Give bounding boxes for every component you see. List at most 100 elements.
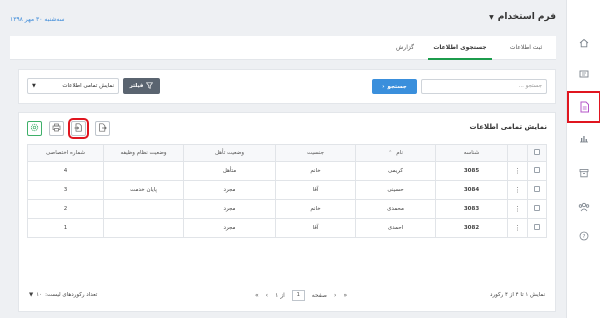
select-all-cell bbox=[527, 144, 547, 162]
cell-military-status bbox=[103, 218, 184, 238]
archive-icon[interactable] bbox=[572, 163, 596, 183]
data-table-panel: نمایش تمامی اطلاعات شناسه نام ⌃ جنسیت وضع… bbox=[18, 112, 556, 312]
records-table: شناسه نام ⌃ جنسیت وضعیت تأهل وضعیت نظام و… bbox=[27, 144, 547, 238]
cell-name: حسینی bbox=[355, 180, 436, 200]
column-header-name-label: نام bbox=[396, 150, 403, 156]
chevron-left-icon: ‹ bbox=[382, 83, 385, 90]
search-button-label: جستجو bbox=[387, 83, 407, 90]
search-input[interactable]: جستجو ... bbox=[421, 79, 547, 94]
export-file-icon bbox=[98, 123, 107, 134]
column-header-id[interactable]: شناسه bbox=[435, 144, 508, 162]
current-date: سه‌شنبه ۳۰ مهر ۱۳۹۸ bbox=[10, 16, 65, 23]
page-size-label: تعداد رکوردهای لیست: bbox=[45, 292, 98, 298]
column-header-military-status[interactable]: وضعیت نظام وظیفه bbox=[103, 144, 184, 162]
more-vertical-icon[interactable]: ⋮ bbox=[514, 186, 521, 194]
cell-number: 4 bbox=[27, 161, 104, 181]
search-button[interactable]: جستجو ‹ bbox=[372, 79, 417, 94]
table-header-row: شناسه نام ⌃ جنسیت وضعیت تأهل وضعیت نظام و… bbox=[27, 144, 547, 162]
page-header: فرم استخدام ▼ bbox=[489, 12, 556, 22]
row-select-cell bbox=[527, 180, 547, 200]
cell-gender: خانم bbox=[275, 161, 356, 181]
cell-id: 3082 bbox=[435, 218, 508, 238]
cell-number: 1 bbox=[27, 218, 104, 238]
row-actions-cell: ⋮ bbox=[507, 199, 528, 219]
page-size-dropdown-icon[interactable]: ▼ bbox=[29, 292, 33, 298]
pagination: « ‹ صفحه 1 از ۱ › » bbox=[255, 290, 347, 301]
page-number-input[interactable]: 1 bbox=[291, 290, 305, 301]
cell-military-status bbox=[103, 161, 184, 181]
id-card-icon[interactable] bbox=[572, 64, 596, 84]
more-vertical-icon[interactable]: ⋮ bbox=[514, 167, 521, 175]
column-header-name[interactable]: نام ⌃ bbox=[355, 144, 436, 162]
home-icon[interactable] bbox=[572, 33, 596, 53]
view-select-value: نمایش تمامی اطلاعات bbox=[62, 83, 114, 89]
first-page-icon[interactable]: « bbox=[343, 292, 347, 299]
tab-search[interactable]: جستجوی اطلاعات bbox=[428, 36, 492, 60]
prev-page-icon[interactable]: ‹ bbox=[334, 292, 336, 299]
form-document-icon[interactable] bbox=[567, 91, 600, 123]
cell-gender: آقا bbox=[275, 218, 356, 238]
actions-header bbox=[507, 144, 528, 162]
search-panel: جستجو ... جستجو ‹ فیلتر نمایش تمامی اطلا… bbox=[18, 69, 556, 104]
caret-down-icon[interactable]: ▼ bbox=[489, 14, 494, 21]
filter-button-label: فیلتر bbox=[129, 83, 144, 89]
row-select-cell bbox=[527, 199, 547, 219]
more-vertical-icon[interactable]: ⋮ bbox=[514, 224, 521, 232]
row-checkbox[interactable] bbox=[534, 167, 540, 173]
cell-id: 3083 bbox=[435, 199, 508, 219]
table-row[interactable]: ⋮ 3083 محمدی خانم مجرد 2 bbox=[27, 199, 547, 219]
table-row[interactable]: ⋮ 3085 کریمی خانم متأهل 4 bbox=[27, 161, 547, 181]
import-file-icon bbox=[74, 123, 83, 134]
cell-military-status bbox=[103, 199, 184, 219]
dropdown-arrow-icon: ▼ bbox=[32, 83, 36, 89]
page-label: صفحه bbox=[311, 292, 328, 299]
row-select-cell bbox=[527, 218, 547, 238]
cell-number: 2 bbox=[27, 199, 104, 219]
cell-gender: خانم bbox=[275, 199, 356, 219]
filter-icon bbox=[146, 81, 154, 91]
row-checkbox[interactable] bbox=[534, 224, 540, 230]
sort-icon[interactable]: ⌃ bbox=[388, 150, 392, 156]
cell-marital-status: مجرد bbox=[183, 180, 276, 200]
cell-military-status: پایان خدمت bbox=[103, 180, 184, 200]
print-button[interactable] bbox=[49, 121, 64, 136]
tab-register[interactable]: ثبت اطلاعات bbox=[504, 36, 548, 60]
view-select[interactable]: نمایش تمامی اطلاعات ▼ bbox=[27, 78, 119, 94]
cell-marital-status: مجرد bbox=[183, 199, 276, 219]
cell-id: 3085 bbox=[435, 161, 508, 181]
cell-marital-status: مجرد bbox=[183, 218, 276, 238]
cell-number: 3 bbox=[27, 180, 104, 200]
tabs-bar: ثبت اطلاعات جستجوی اطلاعات گزارش bbox=[10, 36, 556, 60]
gear-icon bbox=[30, 123, 39, 134]
svg-text:?: ? bbox=[583, 234, 586, 240]
table-footer: نمایش ۱ تا ۴ از ۴ رکورد « ‹ صفحه 1 از ۱ … bbox=[27, 288, 547, 304]
select-all-checkbox[interactable] bbox=[534, 149, 540, 155]
row-checkbox[interactable] bbox=[534, 186, 540, 192]
table-row[interactable]: ⋮ 3084 حسینی آقا مجرد پایان خدمت 3 bbox=[27, 180, 547, 200]
table-title: نمایش تمامی اطلاعات bbox=[469, 123, 547, 131]
column-header-number[interactable]: شماره اختصاصی bbox=[27, 144, 104, 162]
users-icon[interactable] bbox=[572, 197, 596, 217]
filter-button[interactable]: فیلتر bbox=[123, 78, 160, 94]
page-size-select[interactable]: ۱۰ bbox=[36, 292, 42, 298]
sidebar: ? bbox=[566, 0, 600, 318]
export-button[interactable] bbox=[95, 121, 110, 136]
column-header-gender[interactable]: جنسیت bbox=[275, 144, 356, 162]
bar-chart-icon[interactable] bbox=[572, 128, 596, 148]
cell-name: کریمی bbox=[355, 161, 436, 181]
column-header-marital-status[interactable]: وضعیت تأهل bbox=[183, 144, 276, 162]
help-icon[interactable]: ? bbox=[572, 226, 596, 246]
page-size: تعداد رکوردهای لیست: ۱۰ ▼ bbox=[29, 292, 97, 298]
row-checkbox[interactable] bbox=[534, 205, 540, 211]
next-page-icon[interactable]: › bbox=[266, 292, 268, 299]
import-button[interactable] bbox=[68, 118, 89, 139]
last-page-icon[interactable]: » bbox=[255, 292, 259, 299]
row-actions-cell: ⋮ bbox=[507, 161, 528, 181]
tab-report[interactable]: گزارش bbox=[388, 36, 422, 60]
row-actions-cell: ⋮ bbox=[507, 180, 528, 200]
more-vertical-icon[interactable]: ⋮ bbox=[514, 205, 521, 213]
table-row[interactable]: ⋮ 3082 احمدی آقا مجرد 1 bbox=[27, 218, 547, 238]
settings-button[interactable] bbox=[27, 121, 42, 136]
records-summary: نمایش ۱ تا ۴ از ۴ رکورد bbox=[490, 292, 545, 298]
page-title: فرم استخدام bbox=[497, 12, 556, 22]
